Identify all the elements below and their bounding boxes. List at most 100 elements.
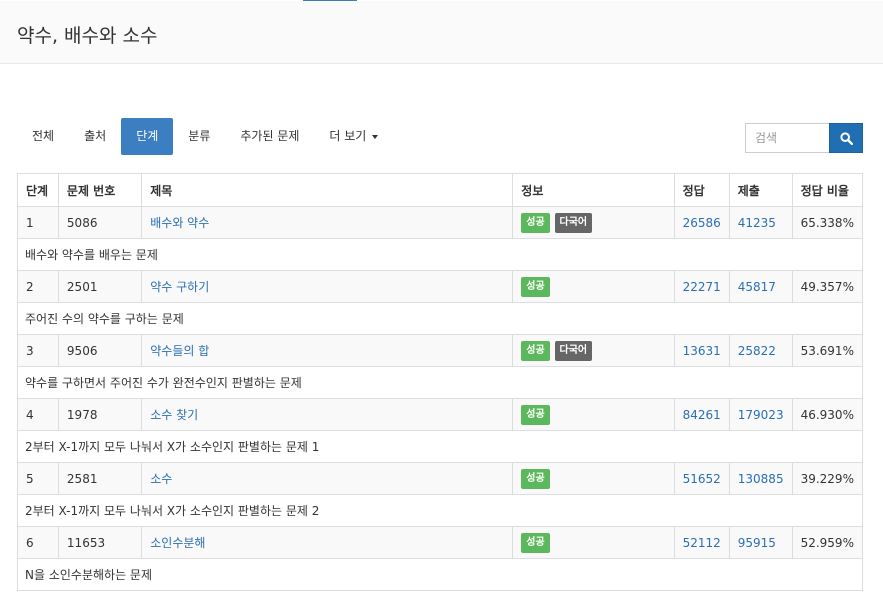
table-row: 5 2581 소수 성공 51652 130885 39.229% [17, 462, 864, 495]
ratio-cell: 53.691% [791, 334, 864, 367]
title-cell: 소수 찾기 [141, 398, 514, 431]
tab-step[interactable]: 단계 [121, 118, 174, 155]
description-row: 2부터 X-1까지 모두 나눠서 X가 소수인지 판별하는 문제 1 [17, 430, 863, 463]
accepted-cell: 52112 [673, 526, 730, 559]
problem-id-cell: 1978 [57, 398, 143, 431]
submissions-link[interactable]: 41235 [738, 216, 776, 230]
col-header-info: 정보 [512, 173, 675, 207]
title-cell: 배수와 약수 [141, 206, 514, 239]
table-header-row: 단계 문제 번호 제목 정보 정답 제출 정답 비율 [17, 173, 864, 207]
success-badge: 성공 [521, 468, 550, 489]
info-cell: 성공 [512, 270, 675, 303]
search-input[interactable] [745, 123, 829, 153]
description-row: 배수와 약수를 배우는 문제 [17, 238, 863, 271]
submissions-cell: 41235 [728, 206, 793, 239]
title-cell: 약수들의 합 [141, 334, 514, 367]
ratio-cell: 39.229% [791, 462, 864, 495]
table-row: 2 2501 약수 구하기 성공 22271 45817 49.357% [17, 270, 864, 303]
info-cell: 성공 [512, 398, 675, 431]
search-button[interactable] [829, 123, 863, 153]
title-cell: 소인수분해 [141, 526, 514, 559]
accepted-cell: 51652 [673, 462, 730, 495]
submissions-link[interactable]: 25822 [738, 344, 776, 358]
accepted-cell: 13631 [673, 334, 730, 367]
search-box [745, 123, 863, 153]
step-cell: 3 [17, 334, 59, 367]
col-header-title[interactable]: 제목 [141, 173, 514, 207]
table-row: 1 5086 배수와 약수 성공 다국어 26586 41235 65.338% [17, 206, 864, 239]
accepted-link[interactable]: 22271 [683, 280, 721, 294]
description-row: 2부터 X-1까지 모두 나눠서 X가 소수인지 판별하는 문제 2 [17, 494, 863, 527]
accepted-link[interactable]: 13631 [683, 344, 721, 358]
multilang-badge: 다국어 [554, 212, 593, 233]
problem-id-cell: 5086 [57, 206, 143, 239]
col-header-problem-id[interactable]: 문제 번호 [57, 173, 143, 207]
page-header: 약수, 배수와 소수 [0, 1, 883, 64]
submissions-cell: 179023 [728, 398, 793, 431]
submissions-link[interactable]: 179023 [738, 408, 784, 422]
submissions-link[interactable]: 95915 [738, 536, 776, 550]
accepted-cell: 22271 [673, 270, 730, 303]
page-title: 약수, 배수와 소수 [17, 25, 158, 47]
tab-added-problems[interactable]: 추가된 문제 [225, 118, 314, 155]
title-cell: 소수 [141, 462, 514, 495]
problem-id-cell: 9506 [57, 334, 143, 367]
problem-table: 단계 문제 번호 제목 정보 정답 제출 정답 비율 1 5086 배수와 약수… [17, 173, 864, 591]
col-header-ratio[interactable]: 정답 비율 [791, 173, 864, 207]
accepted-cell: 26586 [673, 206, 730, 239]
step-cell: 5 [17, 462, 59, 495]
success-badge: 성공 [521, 212, 550, 233]
problem-description: 약수를 구하면서 주어진 수가 완전수인지 판별하는 문제 [17, 366, 863, 399]
submissions-link[interactable]: 130885 [738, 472, 784, 486]
description-row: 주어진 수의 약수를 구하는 문제 [17, 302, 863, 335]
tab-more-dropdown[interactable]: 더 보기 [314, 118, 393, 155]
problem-title-link[interactable]: 배수와 약수 [150, 216, 209, 230]
col-header-accepted[interactable]: 정답 [673, 173, 730, 207]
search-icon [839, 131, 853, 145]
problem-description: N을 소인수분해하는 문제 [17, 558, 863, 591]
problem-id-cell: 2501 [57, 270, 143, 303]
ratio-cell: 49.357% [791, 270, 864, 303]
problem-title-link[interactable]: 약수 구하기 [150, 280, 209, 294]
multilang-badge: 다국어 [554, 340, 593, 361]
problem-title-link[interactable]: 소수 찾기 [150, 408, 198, 422]
accepted-link[interactable]: 51652 [683, 472, 721, 486]
col-header-submissions[interactable]: 제출 [728, 173, 793, 207]
ratio-cell: 46.930% [791, 398, 864, 431]
tab-source[interactable]: 출처 [69, 118, 121, 155]
success-badge: 성공 [521, 340, 550, 361]
success-badge: 성공 [521, 404, 550, 425]
step-cell: 6 [17, 526, 59, 559]
submissions-link[interactable]: 45817 [738, 280, 776, 294]
info-cell: 성공 다국어 [512, 334, 675, 367]
caret-down-icon [372, 134, 379, 139]
accepted-link[interactable]: 26586 [683, 216, 721, 230]
table-row: 4 1978 소수 찾기 성공 84261 179023 46.930% [17, 398, 864, 431]
accepted-link[interactable]: 52112 [683, 536, 721, 550]
accepted-cell: 84261 [673, 398, 730, 431]
col-header-step[interactable]: 단계 [17, 173, 59, 207]
submissions-cell: 95915 [728, 526, 793, 559]
description-row: 약수를 구하면서 주어진 수가 완전수인지 판별하는 문제 [17, 366, 863, 399]
title-cell: 약수 구하기 [141, 270, 514, 303]
problem-title-link[interactable]: 소수 [150, 472, 172, 486]
submissions-cell: 25822 [728, 334, 793, 367]
info-cell: 성공 [512, 462, 675, 495]
description-row: N을 소인수분해하는 문제 [17, 558, 863, 591]
accepted-link[interactable]: 84261 [683, 408, 721, 422]
success-badge: 성공 [521, 532, 550, 553]
info-cell: 성공 다국어 [512, 206, 675, 239]
info-cell: 성공 [512, 526, 675, 559]
problem-title-link[interactable]: 약수들의 합 [150, 344, 209, 358]
problem-title-link[interactable]: 소인수분해 [150, 536, 205, 550]
tab-all[interactable]: 전체 [17, 118, 69, 155]
submissions-cell: 45817 [728, 270, 793, 303]
ratio-cell: 65.338% [791, 206, 864, 239]
table-row: 3 9506 약수들의 합 성공 다국어 13631 25822 53.691% [17, 334, 864, 367]
problem-description: 2부터 X-1까지 모두 나눠서 X가 소수인지 판별하는 문제 2 [17, 494, 863, 527]
tab-category[interactable]: 분류 [173, 118, 225, 155]
problem-description: 배수와 약수를 배우는 문제 [17, 238, 863, 271]
step-cell: 1 [17, 206, 59, 239]
problem-description: 주어진 수의 약수를 구하는 문제 [17, 302, 863, 335]
tab-more-label: 더 보기 [329, 129, 367, 143]
